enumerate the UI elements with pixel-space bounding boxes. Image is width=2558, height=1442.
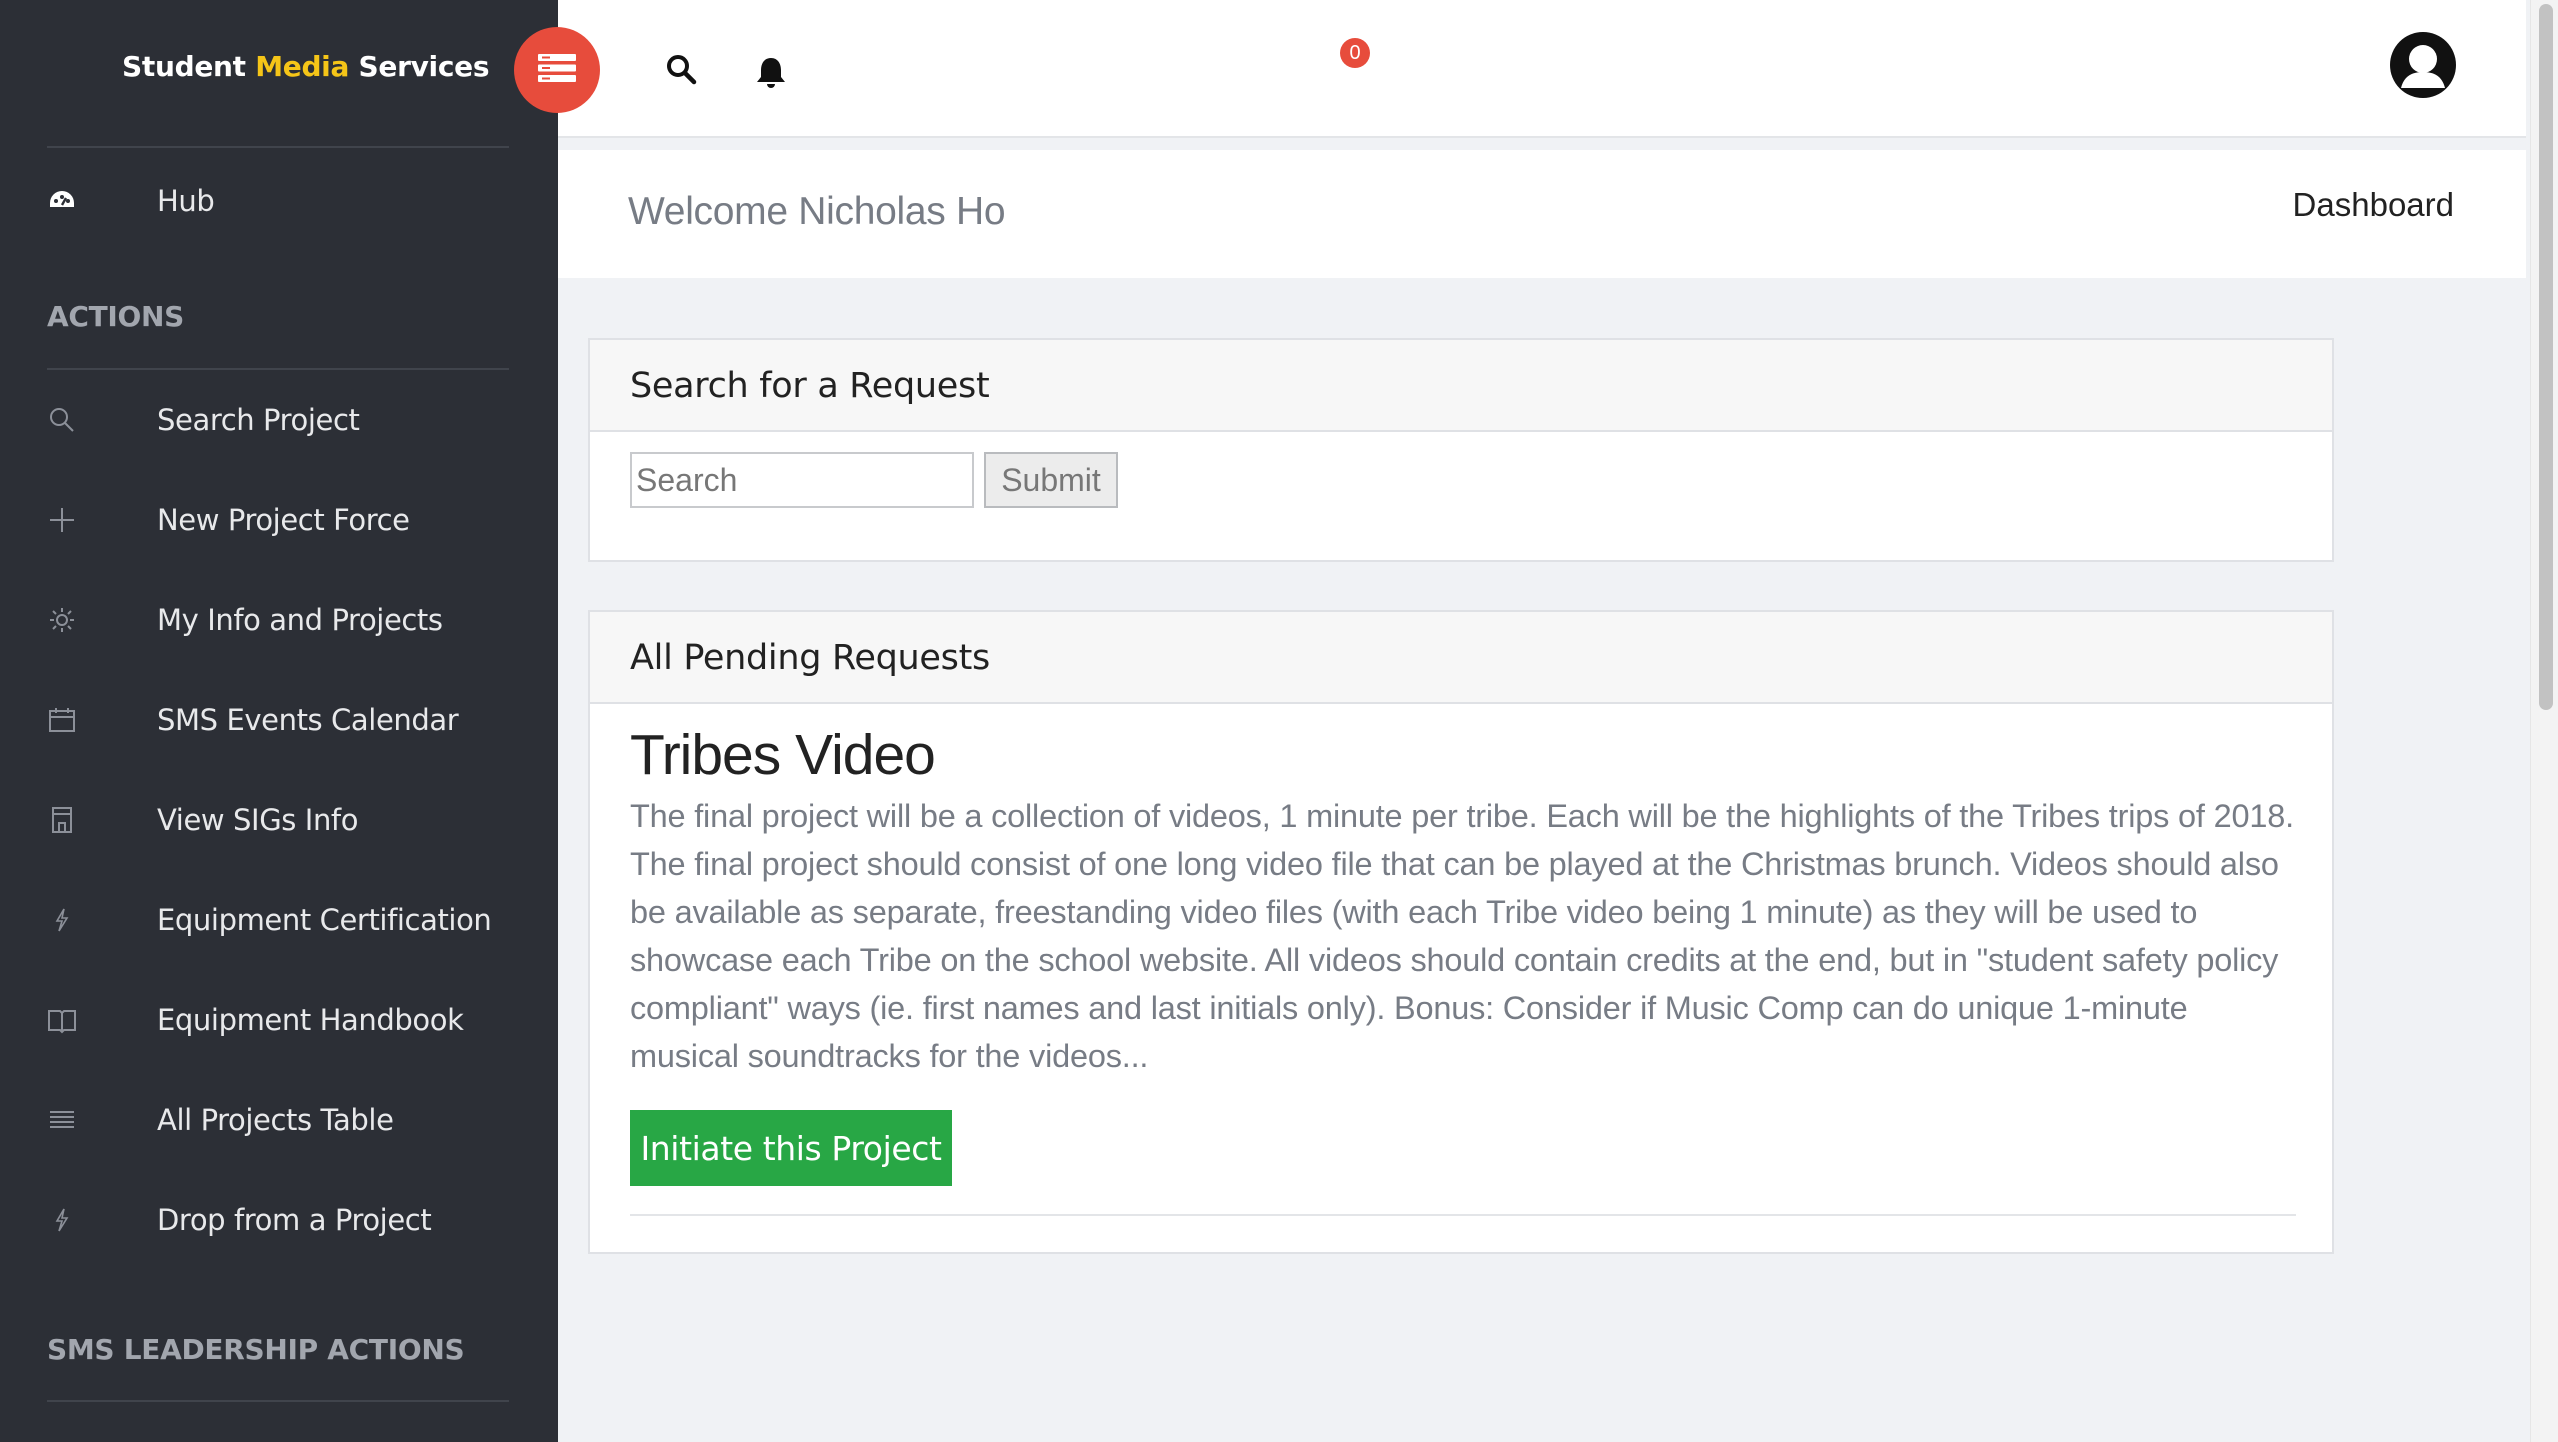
notification-count-badge: 0 [1340,38,1370,68]
request-item: Tribes Video The final project will be a… [590,704,2332,1252]
sidebar-divider [47,1400,509,1402]
sidebar-divider [47,368,509,370]
top-navbar: 0 [558,0,2526,138]
sidebar-item-label: View SIGs Info [157,803,359,837]
sidebar-item-label: SMS Events Calendar [157,703,459,737]
dashboard-icon [46,185,78,217]
pending-requests-card: All Pending Requests Tribes Video The fi… [588,610,2334,1254]
initiate-project-button[interactable]: Initiate this Project [630,1110,952,1186]
sidebar-item-my-info[interactable]: My Info and Projects [0,585,558,655]
sidebar-item-equipment-certification[interactable]: Equipment Certification [0,885,558,955]
search-icon[interactable] [664,52,698,86]
card-header: Search for a Request [590,340,2332,432]
sidebar-item-label: Equipment Certification [157,903,492,937]
card-title: Search for a Request [630,366,990,406]
bolt-icon [46,1204,78,1236]
book-icon [46,1004,78,1036]
menu-toggle-button[interactable] [514,27,600,113]
brand-name: Student Media Services [122,50,490,83]
search-input[interactable] [630,452,974,508]
request-title: Tribes Video [630,723,936,787]
sidebar-divider [47,146,509,148]
divider [630,1214,2296,1216]
sidebar-item-new-project-force[interactable]: New Project Force [0,485,558,555]
sidebar-item-hub[interactable]: Hub [0,166,558,236]
submit-button[interactable]: Submit [984,452,1118,508]
sidebar-item-label: All Projects Table [157,1103,394,1137]
bell-icon[interactable] [754,54,788,92]
list-icon [46,1104,78,1136]
sun-icon [46,604,78,636]
section-heading-leadership: SMS LEADERSHIP ACTIONS [47,1333,465,1366]
page-title: Welcome Nicholas Ho [628,190,1006,233]
user-avatar-icon[interactable] [2390,32,2456,98]
menu-icon [538,53,576,87]
bolt-icon [46,904,78,936]
card-header: All Pending Requests [590,612,2332,704]
sidebar-item-label: Drop from a Project [157,1203,432,1237]
search-request-card: Search for a Request Submit [588,338,2334,562]
section-heading-actions: ACTIONS [47,300,185,333]
scrollbar-thumb[interactable] [2539,4,2553,710]
request-description: The final project will be a collection o… [630,798,2294,1074]
page-header: Welcome Nicholas Ho Dashboard [558,150,2526,278]
sidebar-item-all-projects-table[interactable]: All Projects Table [0,1085,558,1155]
search-icon [46,404,78,436]
breadcrumb[interactable]: Dashboard [2293,186,2454,224]
sidebar-item-label: My Info and Projects [157,603,443,637]
card-body: Submit [590,432,2332,562]
calendar-icon [46,704,78,736]
card-title: All Pending Requests [630,638,990,678]
sidebar-item-events-calendar[interactable]: SMS Events Calendar [0,685,558,755]
sidebar-item-label: Hub [157,184,215,218]
sidebar-item-label: Equipment Handbook [157,1003,464,1037]
building-icon [46,804,78,836]
sidebar-item-label: Search Project [157,403,360,437]
vertical-scrollbar[interactable] [2530,0,2558,1442]
sidebar: Student Media Services Hub ACTIONS Searc… [0,0,558,1442]
sidebar-item-label: New Project Force [157,503,410,537]
sidebar-item-drop-project[interactable]: Drop from a Project [0,1185,558,1255]
sidebar-item-sigs-info[interactable]: View SIGs Info [0,785,558,855]
sidebar-item-equipment-handbook[interactable]: Equipment Handbook [0,985,558,1055]
sidebar-item-search-project[interactable]: Search Project [0,385,558,455]
plus-icon [46,504,78,536]
brand-logo[interactable]: Student Media Services [0,0,558,136]
